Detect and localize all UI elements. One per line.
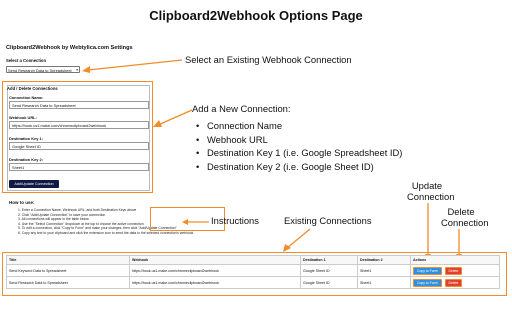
select-connection-label: Select a Connection (6, 58, 47, 63)
table-row: Send Keyword Data to Spreadsheet https:/… (6, 264, 500, 277)
delete-button[interactable]: Delete (444, 266, 463, 275)
table-row: Send Research Data to Spreadsheet https:… (6, 276, 500, 289)
connections-table: Title Webhook Destination 1 Destination … (6, 255, 500, 289)
list-item: Connection Name (196, 119, 402, 133)
copy-to-form-button[interactable]: Copy to Form (413, 278, 442, 287)
destination-key2-field[interactable]: Sheet1 (9, 163, 149, 171)
cell-webhook: https://hook.us1.make.com/chromeclipboar… (129, 264, 301, 277)
add-update-connection-button[interactable]: Add/Update Connection (9, 180, 59, 188)
column-header-title: Title (6, 255, 130, 265)
cell-actions: Copy to Form Delete (410, 264, 500, 277)
column-header-destination2: Destination 2 (357, 255, 411, 265)
column-header-webhook: Webhook (129, 255, 301, 265)
instructions-arrow (182, 219, 209, 225)
webhook-url-label: Webhook URL: (9, 115, 37, 120)
cell-title: Send Keyword Data to Spreadsheet (6, 264, 130, 277)
cell-title: Send Research Data to Spreadsheet (6, 276, 130, 289)
existing-arrow (283, 228, 311, 252)
webhook-url-field[interactable]: https://hook.us1.make.com/chromeclipboar… (9, 121, 149, 129)
annotation-select-existing: Select an Existing Webhook Connection (185, 54, 352, 65)
annotation-instructions: Instructions (211, 215, 259, 226)
destination-key1-label: Destination Key 1: (9, 136, 43, 141)
connection-name-field[interactable]: Send Research Data to Spreadsheet (9, 101, 149, 109)
column-header-actions: Actions (410, 255, 500, 265)
table-header-row: Title Webhook Destination 1 Destination … (6, 255, 500, 265)
cell-webhook: https://hook.us1.make.com/chromeclipboar… (129, 276, 301, 289)
destination-key2-label: Destination Key 2: (9, 157, 43, 162)
annotation-existing-connections: Existing Connections (284, 215, 372, 226)
list-item: Webhook URL (196, 133, 402, 147)
cell-destination2: Sheet1 (357, 276, 411, 289)
connection-select-value: Send Research Data to Spreadsheet (8, 68, 72, 73)
cell-destination1: Google Sheet ID (300, 264, 358, 277)
copy-to-form-button[interactable]: Copy to Form (413, 266, 442, 275)
instructions-title: How to use: (9, 200, 35, 205)
connection-name-label: Connection Name: (9, 95, 44, 100)
annotation-add-new: Add a New Connection: (192, 103, 291, 114)
cell-destination2: Sheet1 (357, 264, 411, 277)
delete-button[interactable]: Delete (444, 278, 463, 287)
select-arrow (82, 59, 183, 73)
settings-title: Clipboard2Webhook by Webtylica.com Setti… (6, 45, 133, 51)
page-title: Clipboard2Webhook Options Page (149, 8, 363, 23)
cell-destination1: Google Sheet ID (300, 276, 358, 289)
list-item: Destination Key 1 (i.e. Google Spreadshe… (196, 146, 402, 160)
add-new-fields-list: Connection Name Webhook URL Destination … (196, 119, 402, 173)
column-header-destination1: Destination 1 (300, 255, 358, 265)
form-title: Add / Delete Connections (7, 86, 58, 91)
cell-actions: Copy to Form Delete (410, 276, 500, 289)
add-arrow (153, 109, 193, 127)
list-item: 6. Copy any text to your clipboard and c… (18, 230, 194, 235)
connection-select[interactable]: Send Research Data to Spreadsheet ▾ (6, 66, 80, 73)
destination-key1-field[interactable]: Google Sheet ID (9, 142, 149, 150)
list-item: Destination Key 2 (i.e. Google Sheet ID) (196, 160, 402, 174)
